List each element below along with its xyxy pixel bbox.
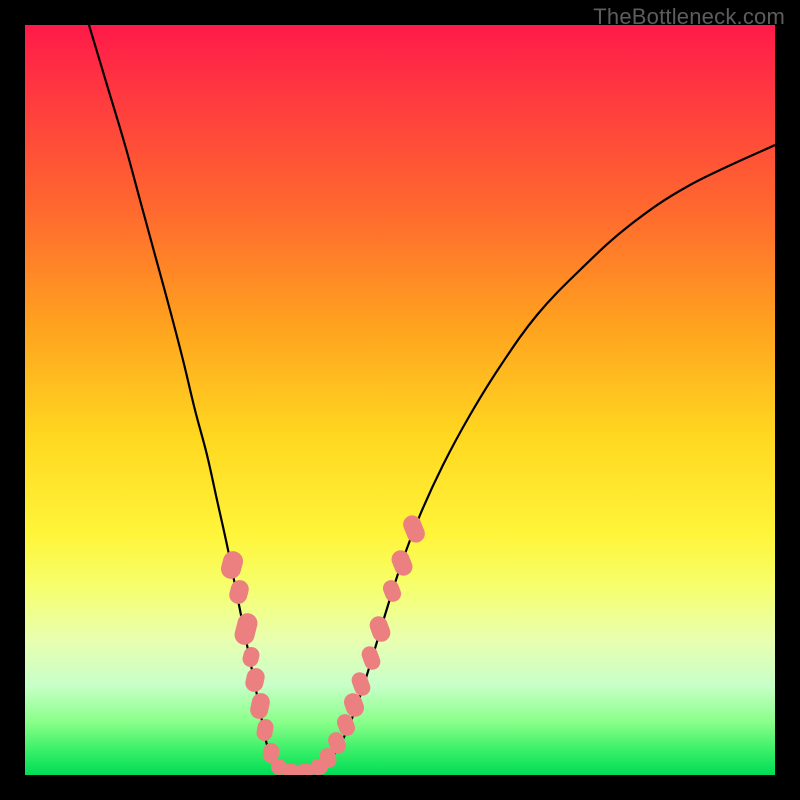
curve-path (89, 25, 775, 774)
bottleneck-curve (25, 25, 775, 775)
chart-frame: TheBottleneck.com (0, 0, 800, 800)
plot-area (25, 25, 775, 775)
